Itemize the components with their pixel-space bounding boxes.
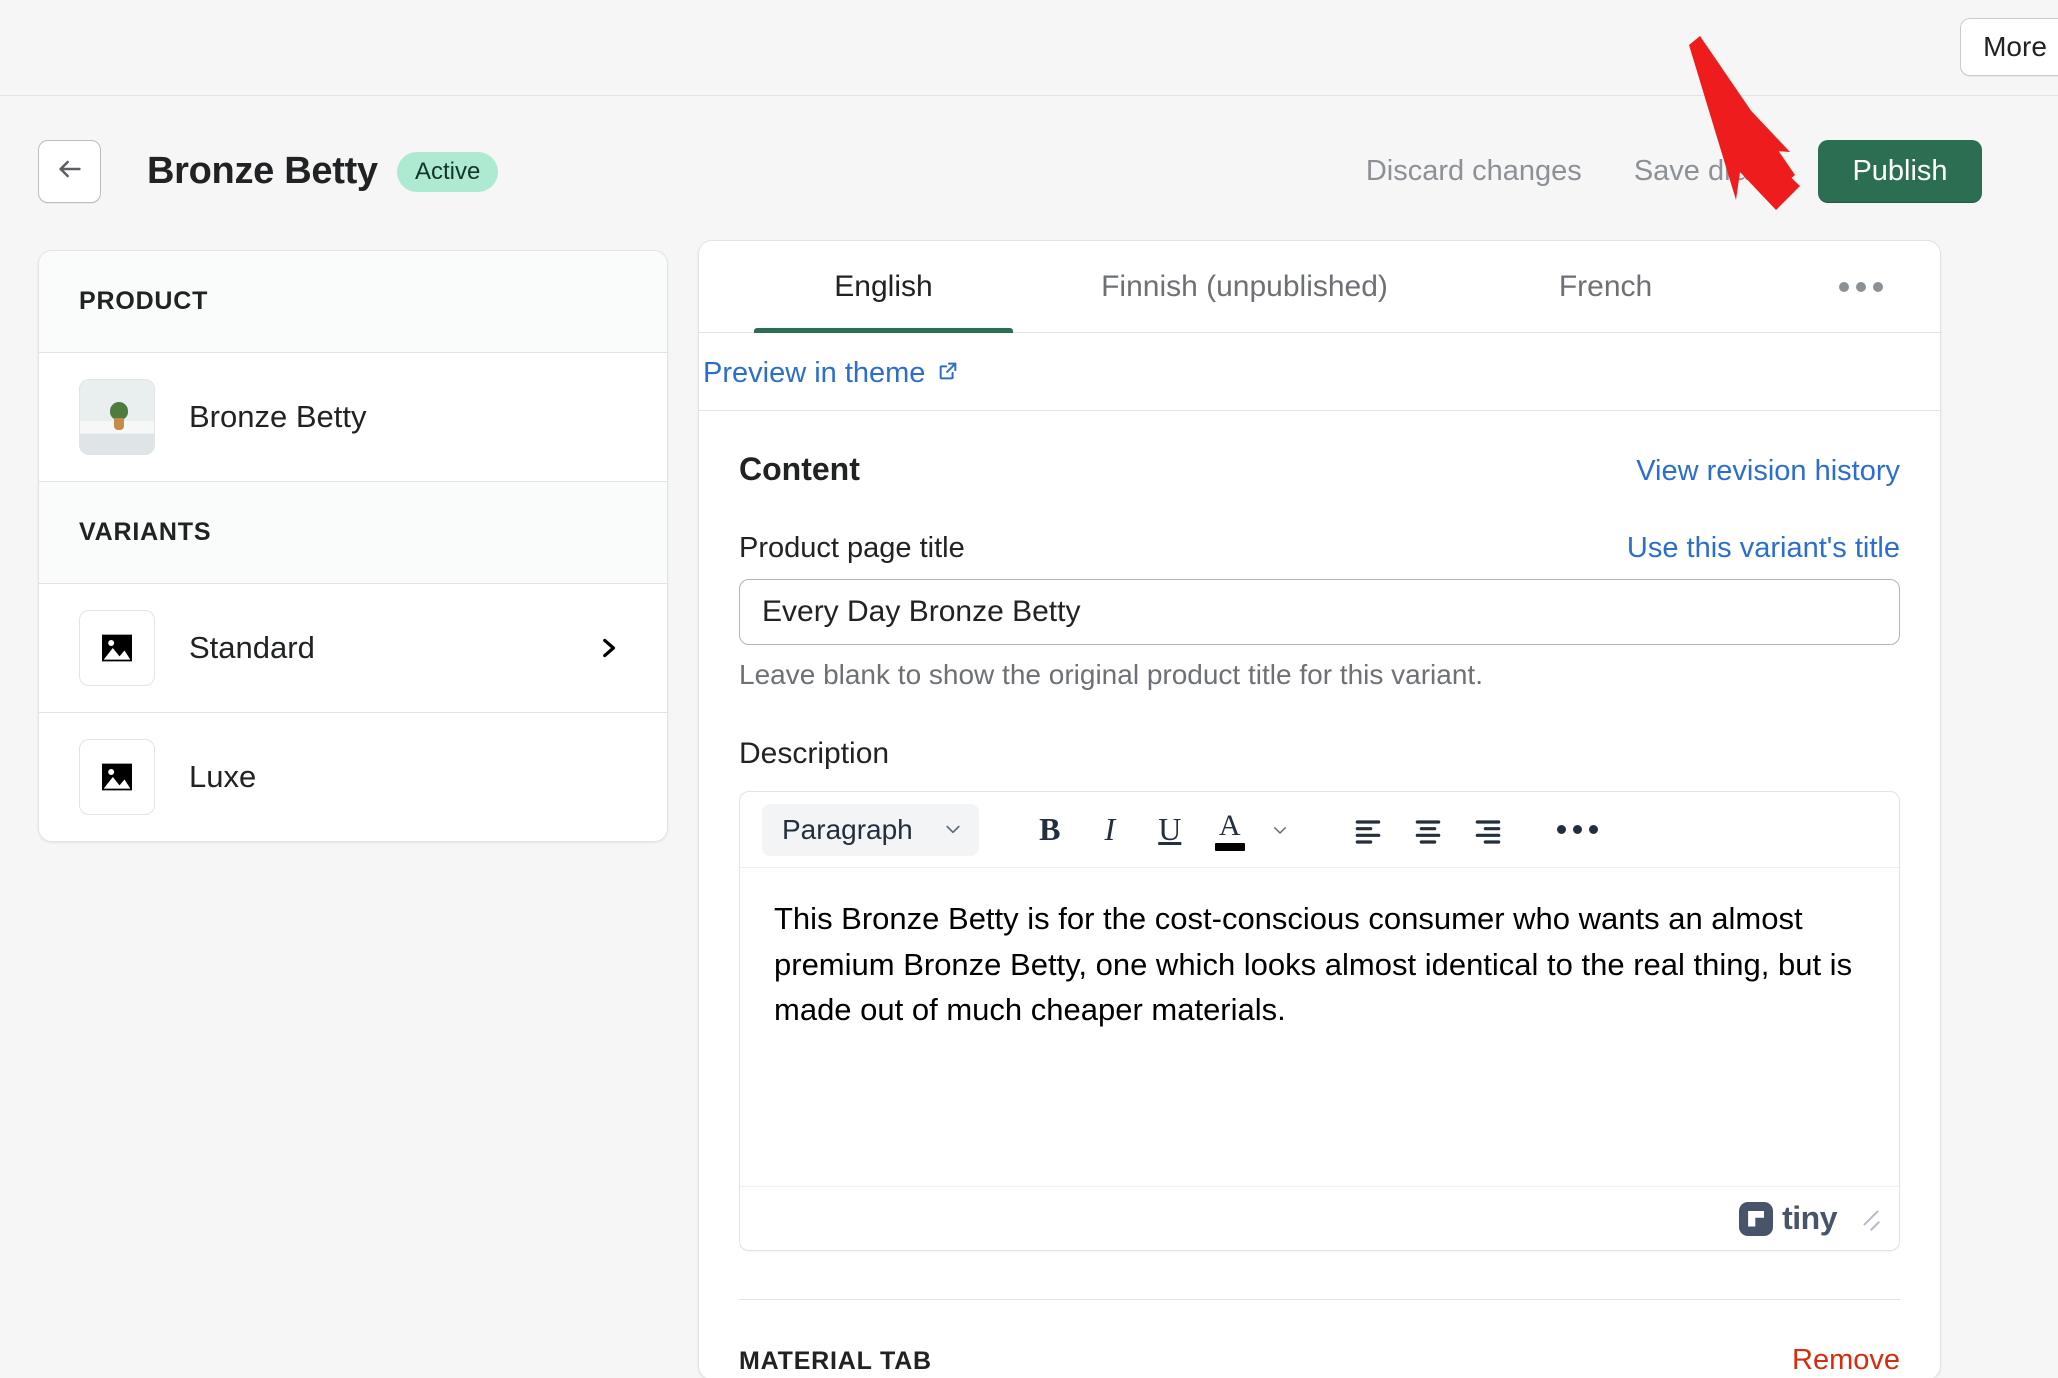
description-editor: Paragraph B I U A This Bronze Betty is f… xyxy=(739,791,1900,1251)
product-page-title-input[interactable] xyxy=(739,579,1900,645)
editor-more-button[interactable] xyxy=(1551,803,1605,857)
sidebar-item-variant-luxe[interactable]: Luxe xyxy=(39,713,667,841)
tiny-mark-icon xyxy=(1739,1201,1774,1236)
chevron-down-icon xyxy=(943,814,963,846)
tinymce-logo[interactable]: tiny xyxy=(1739,1200,1837,1237)
italic-button[interactable]: I xyxy=(1083,803,1137,857)
alignment-group xyxy=(1341,803,1515,857)
sidebar-item-variant-standard[interactable]: Standard xyxy=(39,584,667,713)
bold-button[interactable]: B xyxy=(1023,803,1077,857)
align-center-icon[interactable] xyxy=(1401,803,1455,857)
more-button-label: More xyxy=(1983,31,2047,62)
preview-in-theme-link[interactable]: Preview in theme xyxy=(703,357,959,390)
page-header: Bronze Betty Active Discard changes Save… xyxy=(0,96,2058,206)
page-title: Bronze Betty xyxy=(147,150,378,192)
sidebar-item-label: Bronze Betty xyxy=(189,399,367,434)
external-link-icon xyxy=(937,357,959,390)
view-revision-history-link[interactable]: View revision history xyxy=(1636,455,1900,488)
ellipsis-icon xyxy=(1839,281,1883,292)
material-tab-section: MATERIAL TAB Remove xyxy=(699,1300,1940,1377)
material-tab-title: MATERIAL TAB xyxy=(739,1347,932,1375)
product-page-title-label: Product page title xyxy=(739,532,965,564)
discard-changes-button[interactable]: Discard changes xyxy=(1340,140,1608,203)
use-variant-title-link[interactable]: Use this variant's title xyxy=(1627,532,1900,565)
material-remove-link[interactable]: Remove xyxy=(1792,1344,1900,1377)
top-bar: More xyxy=(0,0,2058,96)
content-header-row: Content View revision history xyxy=(739,451,1900,488)
text-color-chevron-down-icon[interactable] xyxy=(1263,803,1297,857)
product-page-title-label-row: Product page title Use this variant's ti… xyxy=(739,532,1900,565)
sidebar-item-product-bronze-betty[interactable]: Bronze Betty xyxy=(39,353,667,482)
text-color-button[interactable]: A xyxy=(1203,803,1257,857)
app-root: More Bronze Betty Active Discard changes… xyxy=(0,0,2058,1378)
content-section-title: Content xyxy=(739,451,860,487)
save-draft-button[interactable]: Save draft xyxy=(1608,140,1792,203)
back-button[interactable] xyxy=(38,140,101,203)
sidebar-item-label: Standard xyxy=(189,630,315,665)
tab-finnish[interactable]: Finnish (unpublished) xyxy=(1064,241,1425,332)
description-label: Description xyxy=(739,737,890,770)
format-select[interactable]: Paragraph xyxy=(762,803,979,856)
image-placeholder-icon xyxy=(79,610,155,686)
text-style-group: B I U A xyxy=(1023,803,1297,857)
sidebar-item-label: Luxe xyxy=(189,759,257,794)
ellipsis-icon xyxy=(1557,825,1599,834)
align-left-icon[interactable] xyxy=(1341,803,1395,857)
arrow-left-icon xyxy=(56,155,84,188)
product-page-title-help: Leave blank to show the original product… xyxy=(739,659,1483,690)
tabs-more-button[interactable] xyxy=(1786,241,1936,332)
image-placeholder-icon xyxy=(79,739,155,815)
sidebar-section-product: PRODUCT xyxy=(39,251,667,353)
tiny-wordmark: tiny xyxy=(1782,1200,1837,1236)
editor-status-bar: tiny xyxy=(740,1186,1899,1250)
tab-french[interactable]: French xyxy=(1425,241,1786,332)
preview-row: Preview in theme xyxy=(699,333,1940,411)
editor-toolbar: Paragraph B I U A xyxy=(740,792,1899,868)
publish-button[interactable]: Publish xyxy=(1818,140,1982,203)
language-tabs: English Finnish (unpublished) French xyxy=(699,241,1940,333)
description-editor-body[interactable]: This Bronze Betty is for the cost-consci… xyxy=(740,868,1899,1186)
preview-in-theme-label: Preview in theme xyxy=(703,357,926,389)
format-select-value: Paragraph xyxy=(782,813,913,845)
main-content-card: English Finnish (unpublished) French Pre… xyxy=(698,240,1941,1378)
tab-english[interactable]: English xyxy=(703,241,1064,333)
header-actions: Discard changes Save draft Publish xyxy=(1340,140,1982,203)
align-right-icon[interactable] xyxy=(1461,803,1515,857)
sidebar-card: PRODUCT Bronze Betty VARIANTS Standard L… xyxy=(38,250,668,842)
content-body: Content View revision history Product pa… xyxy=(699,411,1940,1300)
editor-resize-handle[interactable] xyxy=(1855,1205,1883,1233)
product-thumbnail xyxy=(79,379,155,455)
chevron-right-icon xyxy=(595,635,621,661)
more-button[interactable]: More xyxy=(1960,18,2058,76)
status-badge-label: Active xyxy=(415,158,481,185)
sidebar-section-variants: VARIANTS xyxy=(39,482,667,584)
underline-button[interactable]: U xyxy=(1143,803,1197,857)
status-badge: Active xyxy=(397,152,499,192)
